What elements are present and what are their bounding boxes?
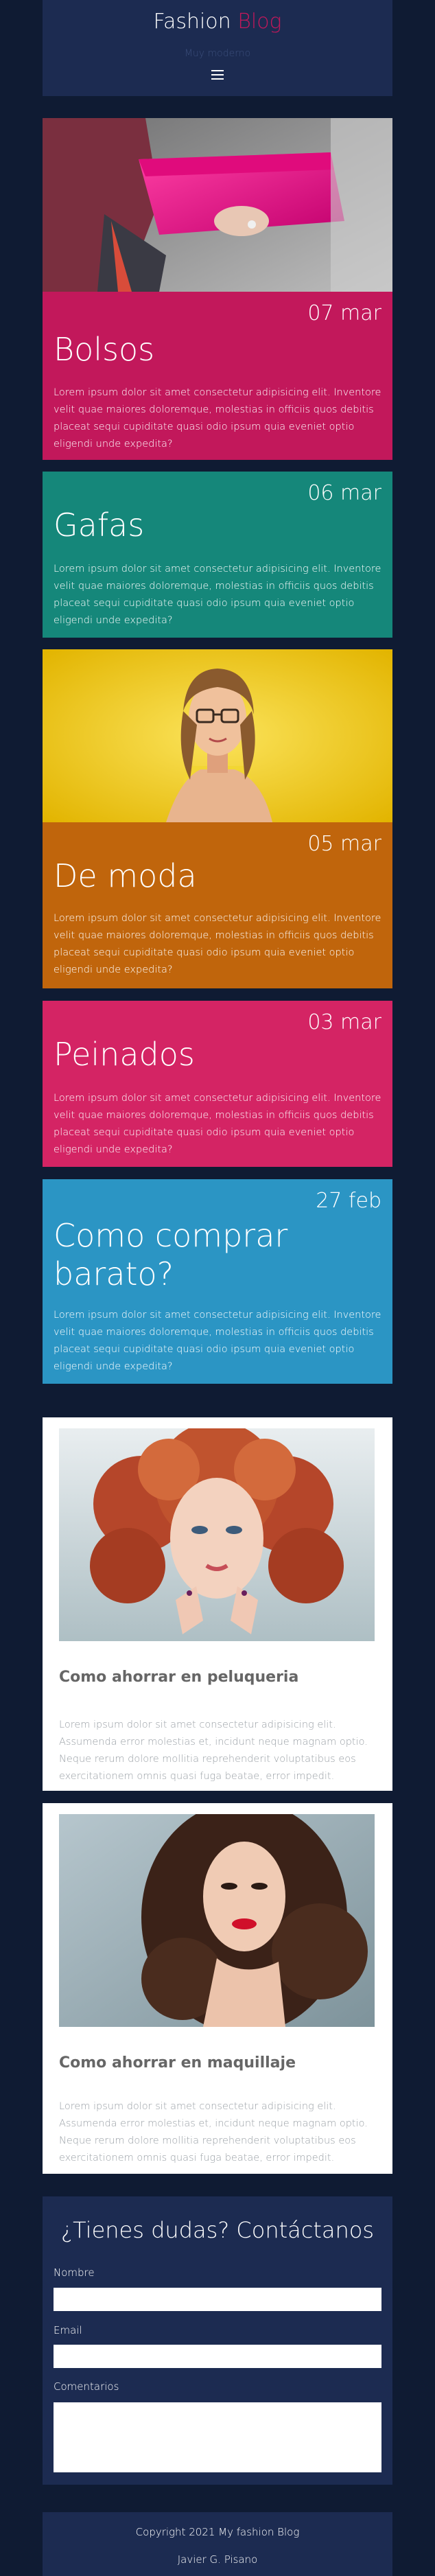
post-title-line: Como comprar: [54, 1217, 288, 1254]
post-date: 06 mar: [307, 481, 381, 505]
handbag-photo: [43, 118, 392, 292]
post-body: Lorem ipsum dolor sit amet consectetur a…: [54, 1310, 381, 1372]
post-body: Lorem ipsum dolor sit amet consectetur a…: [54, 387, 381, 450]
article-title[interactable]: Como ahorrar en peluqueria: [59, 1669, 298, 1686]
article-card-maquillaje[interactable]: Como ahorrar en maquillaje Lorem ipsum d…: [43, 1803, 392, 2174]
name-label: Nombre: [54, 2266, 95, 2279]
email-field[interactable]: [54, 2345, 381, 2368]
article-card-peluqueria[interactable]: Como ahorrar en peluqueria Lorem ipsum d…: [43, 1417, 392, 1791]
comments-field[interactable]: [54, 2402, 381, 2472]
post-card-bolsos[interactable]: 07 mar Bolsos Lorem ipsum dolor sit amet…: [43, 292, 392, 460]
post-title[interactable]: Peinados: [54, 1035, 195, 1074]
post-image-handbag: [43, 118, 392, 292]
post-date: 03 mar: [307, 1010, 381, 1034]
article-image: [59, 1814, 375, 2027]
brunette-portrait-photo: [59, 1814, 375, 2027]
post-card-como-comprar-barato[interactable]: 27 feb Como comprar barato? Lorem ipsum …: [43, 1179, 392, 1384]
post-date: 27 feb: [316, 1189, 381, 1213]
redhead-portrait-photo: [59, 1428, 375, 1641]
article-body: Lorem ipsum dolor sit amet consectetur a…: [59, 2101, 368, 2163]
post-body: Lorem ipsum dolor sit amet consectetur a…: [54, 564, 381, 626]
copyright-text: Copyright 2021 My fashion Blog: [135, 2526, 300, 2538]
site-header: Fashion Blog Muy moderno: [43, 0, 392, 96]
post-body: Lorem ipsum dolor sit amet consectetur a…: [54, 1093, 381, 1155]
brand-text: Fashion: [153, 10, 231, 34]
post-body: Lorem ipsum dolor sit amet consectetur a…: [54, 913, 381, 975]
brand-accent-text: Blog: [237, 10, 282, 34]
post-title[interactable]: Bolsos: [54, 330, 154, 369]
article-body: Lorem ipsum dolor sit amet consectetur a…: [59, 1719, 368, 1782]
post-date: 05 mar: [307, 832, 381, 856]
woman-glasses-photo: [43, 649, 392, 822]
post-date: 07 mar: [307, 301, 381, 325]
post-title[interactable]: Como comprar barato?: [54, 1216, 287, 1293]
article-image: [59, 1428, 375, 1641]
site-footer: Copyright 2021 My fashion Blog Javier G.…: [43, 2512, 392, 2576]
post-image-moda: [43, 649, 392, 822]
contact-heading: ¿Tienes dudas? Contáctanos: [60, 2217, 375, 2243]
name-field[interactable]: [54, 2288, 381, 2311]
post-title[interactable]: De moda: [54, 857, 197, 895]
post-card-peinados[interactable]: 03 mar Peinados Lorem ipsum dolor sit am…: [43, 1001, 392, 1167]
site-brand[interactable]: Fashion Blog: [43, 10, 392, 34]
post-title[interactable]: Gafas: [54, 506, 144, 544]
site-tagline: Muy moderno: [184, 48, 251, 59]
author-text: Javier G. Pisano: [177, 2553, 258, 2566]
post-title-line: barato?: [54, 1255, 174, 1292]
post-card-de-moda[interactable]: 05 mar De moda Lorem ipsum dolor sit ame…: [43, 822, 392, 988]
hamburger-icon[interactable]: [211, 70, 224, 80]
email-label: Email: [54, 2324, 82, 2336]
article-title[interactable]: Como ahorrar en maquillaje: [59, 2054, 296, 2072]
post-card-gafas[interactable]: 06 mar Gafas Lorem ipsum dolor sit amet …: [43, 472, 392, 638]
comments-label: Comentarios: [54, 2380, 119, 2393]
contact-section: ¿Tienes dudas? Contáctanos Nombre Email …: [43, 2196, 392, 2485]
